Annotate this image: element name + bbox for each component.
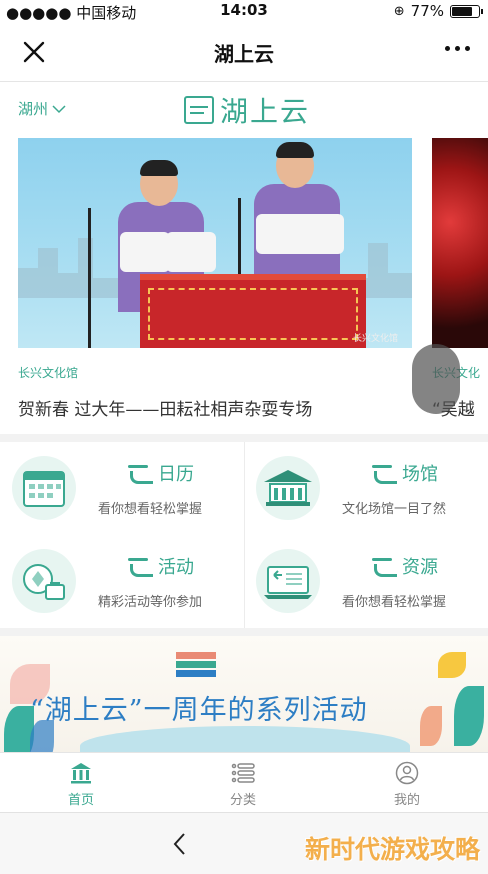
tab-label: 首页 <box>67 793 94 808</box>
feature-title: 活动 <box>158 557 194 578</box>
status-bar: ●●●●● 中国移动 14:03 ⊕ 77% <box>0 0 488 22</box>
status-right: ⊕ 77% <box>393 2 483 20</box>
feature-title: 资源 <box>402 557 438 578</box>
back-arrow-icon[interactable] <box>170 831 190 857</box>
feature-subtitle: 看你想看轻松掌握 <box>342 595 447 610</box>
chevron-down-icon <box>52 104 66 113</box>
logo-mark-icon <box>184 96 214 124</box>
feature-resource[interactable]: 资源 看你想看轻松掌握 <box>244 535 488 628</box>
feature-subtitle: 看你想看轻松掌握 <box>98 502 203 517</box>
tab-label: 我的 <box>393 793 420 808</box>
more-icon[interactable] <box>445 46 470 51</box>
play-button[interactable] <box>412 344 460 414</box>
feature-grid: 日历 看你想看轻松掌握 场馆 文化场馆一目了然 活动 精彩活动等你参加 资源 看… <box>0 442 488 628</box>
tab-home[interactable]: 首页 <box>0 753 162 813</box>
user-icon <box>395 761 419 785</box>
rotation-lock-icon: ⊕ <box>393 3 405 19</box>
slide-image: 长兴文化馆 <box>18 138 412 348</box>
tab-profile[interactable]: 我的 <box>326 753 488 813</box>
tab-category[interactable]: 分类 <box>162 753 324 813</box>
books-illustration <box>176 652 216 678</box>
banner-carousel[interactable]: 长兴文化馆 长兴文化馆 贺新春 过大年——田耘社相声杂耍专场 长兴文化 “吴越 <box>0 134 488 434</box>
activity-icon <box>12 549 76 613</box>
stage-banner <box>140 274 366 348</box>
battery-percent: 77% <box>410 2 444 20</box>
feature-title: 日历 <box>158 464 194 485</box>
slide-image <box>432 138 488 348</box>
list-icon <box>231 763 255 783</box>
venue-icon <box>256 456 320 520</box>
resource-icon <box>256 549 320 613</box>
feature-activity[interactable]: 活动 精彩活动等你参加 <box>0 535 244 628</box>
slide-title: 贺新春 过大年——田耘社相声杂耍专场 <box>18 400 313 420</box>
city-label: 湖州 <box>18 100 49 118</box>
tab-label: 分类 <box>229 793 256 808</box>
promo-banner[interactable]: “湖上云”一周年的系列活动 <box>0 636 488 752</box>
app-logo: 湖上云 <box>184 90 310 130</box>
feature-venue[interactable]: 场馆 文化场馆一目了然 <box>244 442 488 535</box>
city-selector[interactable]: 湖州 <box>18 98 66 119</box>
feature-calendar[interactable]: 日历 看你想看轻松掌握 <box>0 442 244 535</box>
promo-text: “湖上云”一周年的系列活动 <box>30 695 368 726</box>
feature-title: 场馆 <box>402 464 438 485</box>
feature-subtitle: 精彩活动等你参加 <box>98 595 203 610</box>
home-icon <box>71 763 91 784</box>
tab-bar: 首页 分类 我的 <box>0 752 488 812</box>
watermark-text: 新时代游戏攻略 <box>304 835 480 864</box>
slide-watermark: 长兴文化馆 <box>352 334 398 344</box>
logo-text: 湖上云 <box>220 95 311 128</box>
browser-toolbar: 新时代游戏攻略 <box>0 812 488 874</box>
carousel-slide[interactable]: 长兴文化馆 长兴文化馆 贺新春 过大年——田耘社相声杂耍专场 <box>18 138 412 420</box>
nav-bar: 湖上云 <box>0 22 488 82</box>
header: 湖州 湖上云 <box>0 82 488 134</box>
performer-right <box>246 142 344 294</box>
feature-subtitle: 文化场馆一目了然 <box>342 502 447 517</box>
main-content: 湖州 湖上云 长兴文化馆 长兴文化馆 贺新春 过大年——田耘社相声杂耍专场 “吴… <box>0 82 488 752</box>
slide-source: 长兴文化馆 <box>18 366 79 380</box>
calendar-icon <box>12 456 76 520</box>
battery-icon <box>450 4 483 18</box>
page-title: 湖上云 <box>214 42 274 66</box>
